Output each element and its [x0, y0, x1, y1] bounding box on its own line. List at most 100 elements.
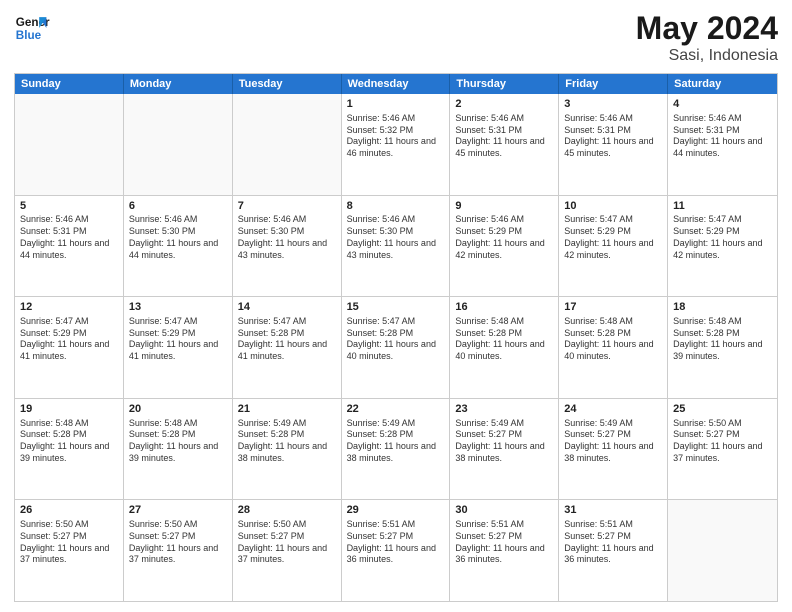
calendar-cell-r4c7: 25Sunrise: 5:50 AM Sunset: 5:27 PM Dayli… — [668, 399, 777, 500]
header-wednesday: Wednesday — [342, 74, 451, 94]
day-info: Sunrise: 5:46 AM Sunset: 5:31 PM Dayligh… — [20, 214, 118, 261]
calendar-cell-r1c2 — [124, 94, 233, 195]
calendar-cell-r5c5: 30Sunrise: 5:51 AM Sunset: 5:27 PM Dayli… — [450, 500, 559, 601]
calendar-row-4: 19Sunrise: 5:48 AM Sunset: 5:28 PM Dayli… — [15, 398, 777, 500]
calendar-row-5: 26Sunrise: 5:50 AM Sunset: 5:27 PM Dayli… — [15, 499, 777, 601]
calendar: Sunday Monday Tuesday Wednesday Thursday… — [14, 73, 778, 602]
day-info: Sunrise: 5:49 AM Sunset: 5:27 PM Dayligh… — [455, 418, 553, 465]
day-number: 24 — [564, 402, 662, 417]
header-monday: Monday — [124, 74, 233, 94]
day-number: 2 — [455, 97, 553, 112]
calendar-cell-r2c5: 9Sunrise: 5:46 AM Sunset: 5:29 PM Daylig… — [450, 196, 559, 297]
day-number: 29 — [347, 503, 445, 518]
location: Sasi, Indonesia — [636, 47, 778, 65]
calendar-cell-r2c1: 5Sunrise: 5:46 AM Sunset: 5:31 PM Daylig… — [15, 196, 124, 297]
calendar-cell-r2c2: 6Sunrise: 5:46 AM Sunset: 5:30 PM Daylig… — [124, 196, 233, 297]
day-number: 16 — [455, 300, 553, 315]
calendar-cell-r1c1 — [15, 94, 124, 195]
header-thursday: Thursday — [450, 74, 559, 94]
day-number: 19 — [20, 402, 118, 417]
calendar-cell-r5c1: 26Sunrise: 5:50 AM Sunset: 5:27 PM Dayli… — [15, 500, 124, 601]
calendar-cell-r3c4: 15Sunrise: 5:47 AM Sunset: 5:28 PM Dayli… — [342, 297, 451, 398]
page: General Blue May 2024 Sasi, Indonesia Su… — [0, 0, 792, 612]
day-info: Sunrise: 5:47 AM Sunset: 5:29 PM Dayligh… — [564, 214, 662, 261]
calendar-header: Sunday Monday Tuesday Wednesday Thursday… — [15, 74, 777, 94]
title-block: May 2024 Sasi, Indonesia — [636, 10, 778, 65]
calendar-cell-r3c5: 16Sunrise: 5:48 AM Sunset: 5:28 PM Dayli… — [450, 297, 559, 398]
day-number: 12 — [20, 300, 118, 315]
day-number: 17 — [564, 300, 662, 315]
day-number: 20 — [129, 402, 227, 417]
svg-text:Blue: Blue — [16, 29, 42, 42]
day-info: Sunrise: 5:48 AM Sunset: 5:28 PM Dayligh… — [673, 316, 772, 363]
calendar-cell-r3c7: 18Sunrise: 5:48 AM Sunset: 5:28 PM Dayli… — [668, 297, 777, 398]
calendar-cell-r1c3 — [233, 94, 342, 195]
day-number: 4 — [673, 97, 772, 112]
month-year: May 2024 — [636, 10, 778, 47]
calendar-cell-r3c3: 14Sunrise: 5:47 AM Sunset: 5:28 PM Dayli… — [233, 297, 342, 398]
day-info: Sunrise: 5:50 AM Sunset: 5:27 PM Dayligh… — [129, 519, 227, 566]
calendar-cell-r4c1: 19Sunrise: 5:48 AM Sunset: 5:28 PM Dayli… — [15, 399, 124, 500]
calendar-body: 1Sunrise: 5:46 AM Sunset: 5:32 PM Daylig… — [15, 94, 777, 601]
logo: General Blue — [14, 10, 50, 46]
day-number: 7 — [238, 199, 336, 214]
day-info: Sunrise: 5:49 AM Sunset: 5:28 PM Dayligh… — [347, 418, 445, 465]
calendar-cell-r1c4: 1Sunrise: 5:46 AM Sunset: 5:32 PM Daylig… — [342, 94, 451, 195]
day-info: Sunrise: 5:46 AM Sunset: 5:32 PM Dayligh… — [347, 113, 445, 160]
day-info: Sunrise: 5:48 AM Sunset: 5:28 PM Dayligh… — [455, 316, 553, 363]
calendar-cell-r5c2: 27Sunrise: 5:50 AM Sunset: 5:27 PM Dayli… — [124, 500, 233, 601]
calendar-cell-r5c4: 29Sunrise: 5:51 AM Sunset: 5:27 PM Dayli… — [342, 500, 451, 601]
day-number: 6 — [129, 199, 227, 214]
day-info: Sunrise: 5:48 AM Sunset: 5:28 PM Dayligh… — [129, 418, 227, 465]
calendar-cell-r2c6: 10Sunrise: 5:47 AM Sunset: 5:29 PM Dayli… — [559, 196, 668, 297]
day-info: Sunrise: 5:47 AM Sunset: 5:29 PM Dayligh… — [20, 316, 118, 363]
calendar-row-3: 12Sunrise: 5:47 AM Sunset: 5:29 PM Dayli… — [15, 296, 777, 398]
calendar-cell-r3c6: 17Sunrise: 5:48 AM Sunset: 5:28 PM Dayli… — [559, 297, 668, 398]
day-info: Sunrise: 5:46 AM Sunset: 5:31 PM Dayligh… — [455, 113, 553, 160]
day-info: Sunrise: 5:50 AM Sunset: 5:27 PM Dayligh… — [20, 519, 118, 566]
calendar-cell-r2c7: 11Sunrise: 5:47 AM Sunset: 5:29 PM Dayli… — [668, 196, 777, 297]
day-number: 13 — [129, 300, 227, 315]
day-info: Sunrise: 5:50 AM Sunset: 5:27 PM Dayligh… — [673, 418, 772, 465]
day-number: 8 — [347, 199, 445, 214]
logo-icon: General Blue — [14, 10, 50, 46]
day-number: 14 — [238, 300, 336, 315]
day-number: 15 — [347, 300, 445, 315]
day-number: 10 — [564, 199, 662, 214]
day-info: Sunrise: 5:46 AM Sunset: 5:30 PM Dayligh… — [129, 214, 227, 261]
calendar-cell-r3c1: 12Sunrise: 5:47 AM Sunset: 5:29 PM Dayli… — [15, 297, 124, 398]
day-info: Sunrise: 5:47 AM Sunset: 5:29 PM Dayligh… — [129, 316, 227, 363]
header-tuesday: Tuesday — [233, 74, 342, 94]
day-info: Sunrise: 5:47 AM Sunset: 5:28 PM Dayligh… — [347, 316, 445, 363]
day-number: 27 — [129, 503, 227, 518]
calendar-cell-r2c3: 7Sunrise: 5:46 AM Sunset: 5:30 PM Daylig… — [233, 196, 342, 297]
calendar-cell-r5c7 — [668, 500, 777, 601]
header-friday: Friday — [559, 74, 668, 94]
day-number: 5 — [20, 199, 118, 214]
day-info: Sunrise: 5:50 AM Sunset: 5:27 PM Dayligh… — [238, 519, 336, 566]
day-number: 18 — [673, 300, 772, 315]
day-number: 1 — [347, 97, 445, 112]
day-info: Sunrise: 5:46 AM Sunset: 5:30 PM Dayligh… — [238, 214, 336, 261]
day-info: Sunrise: 5:47 AM Sunset: 5:28 PM Dayligh… — [238, 316, 336, 363]
day-info: Sunrise: 5:47 AM Sunset: 5:29 PM Dayligh… — [673, 214, 772, 261]
calendar-row-2: 5Sunrise: 5:46 AM Sunset: 5:31 PM Daylig… — [15, 195, 777, 297]
day-info: Sunrise: 5:48 AM Sunset: 5:28 PM Dayligh… — [564, 316, 662, 363]
day-info: Sunrise: 5:46 AM Sunset: 5:29 PM Dayligh… — [455, 214, 553, 261]
day-number: 23 — [455, 402, 553, 417]
calendar-cell-r4c6: 24Sunrise: 5:49 AM Sunset: 5:27 PM Dayli… — [559, 399, 668, 500]
day-number: 26 — [20, 503, 118, 518]
day-number: 31 — [564, 503, 662, 518]
header: General Blue May 2024 Sasi, Indonesia — [14, 10, 778, 65]
calendar-cell-r3c2: 13Sunrise: 5:47 AM Sunset: 5:29 PM Dayli… — [124, 297, 233, 398]
day-info: Sunrise: 5:48 AM Sunset: 5:28 PM Dayligh… — [20, 418, 118, 465]
calendar-cell-r5c6: 31Sunrise: 5:51 AM Sunset: 5:27 PM Dayli… — [559, 500, 668, 601]
day-info: Sunrise: 5:46 AM Sunset: 5:30 PM Dayligh… — [347, 214, 445, 261]
calendar-cell-r1c5: 2Sunrise: 5:46 AM Sunset: 5:31 PM Daylig… — [450, 94, 559, 195]
calendar-cell-r4c2: 20Sunrise: 5:48 AM Sunset: 5:28 PM Dayli… — [124, 399, 233, 500]
day-number: 28 — [238, 503, 336, 518]
day-info: Sunrise: 5:51 AM Sunset: 5:27 PM Dayligh… — [564, 519, 662, 566]
day-info: Sunrise: 5:49 AM Sunset: 5:27 PM Dayligh… — [564, 418, 662, 465]
day-number: 21 — [238, 402, 336, 417]
calendar-cell-r4c3: 21Sunrise: 5:49 AM Sunset: 5:28 PM Dayli… — [233, 399, 342, 500]
